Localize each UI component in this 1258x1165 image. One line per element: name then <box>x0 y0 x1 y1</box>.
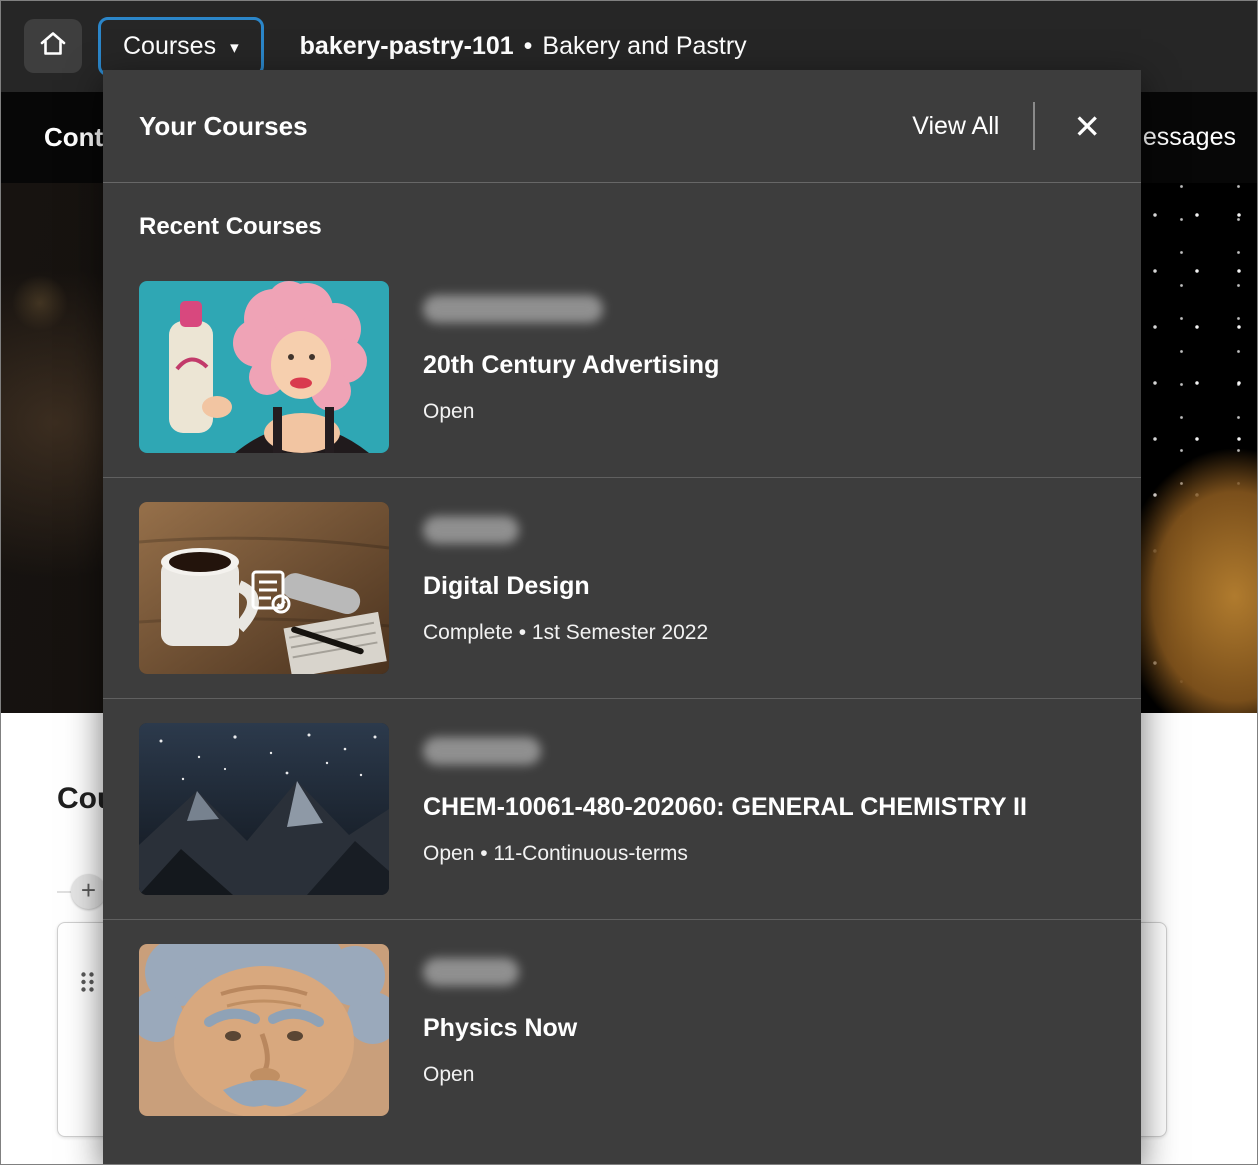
header-divider <box>1033 102 1035 150</box>
course-thumbnail-advertising-illustration <box>139 281 389 453</box>
course-status: Complete • 1st Semester 2022 <box>423 621 708 645</box>
breadcrumb-separator: • <box>524 32 533 60</box>
recent-courses-heading: Recent Courses <box>139 213 1105 241</box>
course-row-advertising[interactable]: 20th Century Advertising Open <box>103 257 1141 477</box>
panel-title: Your Courses <box>139 111 912 142</box>
breadcrumb: bakery-pastry-101 • Bakery and Pastry <box>300 32 747 61</box>
course-thumbnail-night-mountain-photo <box>139 723 389 895</box>
course-info: Digital Design Complete • 1st Semester 2… <box>423 502 708 645</box>
blurred-course-id-badge <box>423 516 519 544</box>
course-title-link[interactable]: 20th Century Advertising <box>423 351 719 380</box>
courses-dropdown-panel: Your Courses View All ✕ Recent Courses <box>103 70 1141 1165</box>
blurred-course-id-badge <box>423 958 519 986</box>
chevron-down-icon: ▾ <box>230 36 239 56</box>
pastry-banner-photo <box>1128 183 1258 713</box>
blurred-course-id-badge <box>423 295 603 323</box>
course-status: Open <box>423 400 719 424</box>
courses-menu-button[interactable]: Courses ▾ <box>98 17 264 76</box>
course-status: Open <box>423 1063 577 1087</box>
course-info: Physics Now Open <box>423 944 577 1087</box>
course-thumbnail-coffee-notebook-photo <box>139 502 389 674</box>
drag-handle-icon[interactable] <box>80 971 95 998</box>
view-all-link[interactable]: View All <box>912 112 999 141</box>
course-status: Open • 11-Continuous-terms <box>423 842 1027 866</box>
blurred-course-id-badge <box>423 737 541 765</box>
course-title-link[interactable]: Digital Design <box>423 572 708 601</box>
home-icon <box>39 30 67 62</box>
add-content-button[interactable]: + <box>71 874 106 909</box>
course-row-digital-design[interactable]: Digital Design Complete • 1st Semester 2… <box>103 477 1141 698</box>
course-thumbnail-einstein-figurine-photo <box>139 944 389 1116</box>
close-icon[interactable]: ✕ <box>1069 106 1105 147</box>
course-info: CHEM-10061-480-202060: GENERAL CHEMISTRY… <box>423 723 1027 866</box>
course-title-link[interactable]: Physics Now <box>423 1014 577 1043</box>
courses-panel-header: Your Courses View All ✕ <box>103 70 1141 183</box>
breadcrumb-course-id: bakery-pastry-101 <box>300 32 514 60</box>
course-row-physics[interactable]: Physics Now Open <box>103 919 1141 1140</box>
course-info: 20th Century Advertising Open <box>423 281 719 424</box>
courses-menu-label: Courses <box>123 32 216 61</box>
course-title-link[interactable]: CHEM-10061-480-202060: GENERAL CHEMISTRY… <box>423 793 1027 822</box>
course-row-chemistry[interactable]: CHEM-10061-480-202060: GENERAL CHEMISTRY… <box>103 698 1141 919</box>
home-button[interactable] <box>24 19 82 73</box>
breadcrumb-course-name: Bakery and Pastry <box>542 32 746 60</box>
